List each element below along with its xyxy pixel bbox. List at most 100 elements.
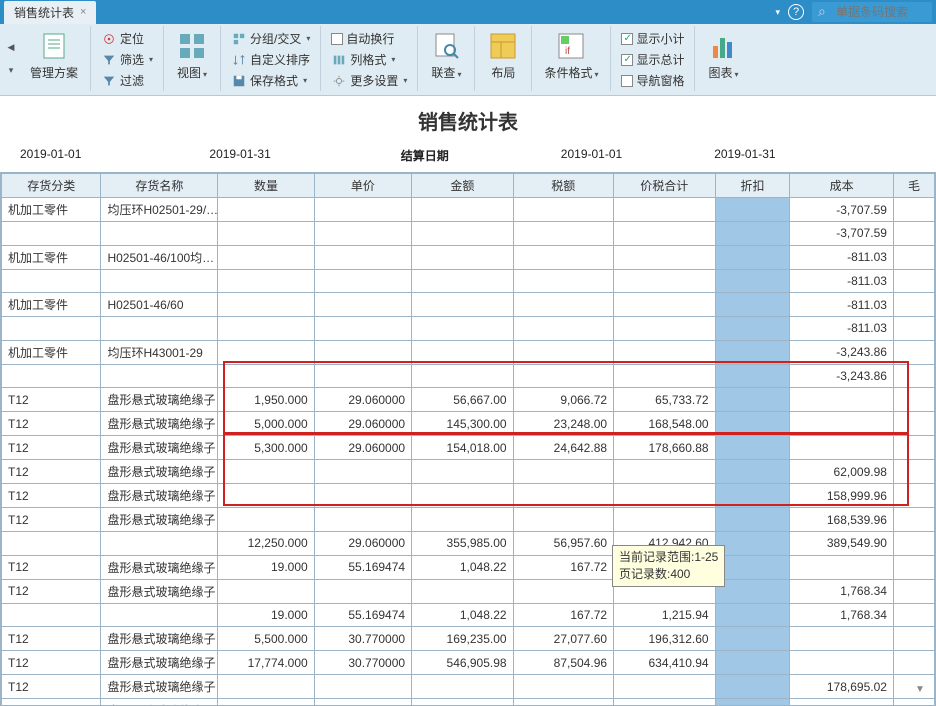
cell[interactable]: -3,707.59 — [790, 222, 894, 246]
locate-button[interactable]: 定位 — [97, 28, 157, 49]
cell[interactable]: 盘形悬式玻璃绝缘子 — [101, 508, 218, 532]
cell[interactable] — [513, 222, 613, 246]
cell[interactable] — [314, 269, 411, 293]
ribbon-prev-icon[interactable]: ◀ — [8, 42, 15, 53]
cell[interactable]: T12 — [2, 460, 101, 484]
cell[interactable]: 19.000 — [218, 555, 314, 579]
cell[interactable] — [715, 484, 790, 508]
cell[interactable]: 均压环H02501-29/… — [101, 198, 218, 222]
custom-sort-button[interactable]: 自定义排序 — [227, 49, 314, 70]
cell[interactable]: 5,000.000 — [218, 412, 314, 436]
col-header[interactable]: 折扣 — [715, 174, 790, 198]
cell[interactable]: 168,539.96 — [790, 508, 894, 532]
cell[interactable] — [893, 555, 934, 579]
cell[interactable] — [893, 699, 934, 706]
cell[interactable]: 168,548.00 — [614, 412, 716, 436]
cell[interactable]: -811.03 — [790, 293, 894, 317]
cell[interactable]: T12 — [2, 436, 101, 460]
cell[interactable]: H02501-46/100均… — [101, 245, 218, 269]
cell[interactable] — [513, 317, 613, 341]
table-row[interactable]: -3,707.59 — [2, 222, 935, 246]
cell[interactable] — [893, 603, 934, 627]
cell[interactable]: 55.169474 — [314, 603, 411, 627]
nav-pane-check[interactable]: 导航窗格 — [617, 70, 688, 91]
cell[interactable]: 机加工零件 — [2, 293, 101, 317]
cell[interactable] — [314, 460, 411, 484]
cell[interactable] — [715, 627, 790, 651]
cell[interactable] — [218, 293, 314, 317]
cell[interactable] — [614, 699, 716, 706]
cell[interactable] — [715, 651, 790, 675]
cell[interactable] — [101, 317, 218, 341]
cell[interactable]: 546,905.98 — [412, 651, 514, 675]
cell[interactable]: 87,504.96 — [513, 651, 613, 675]
cell[interactable]: T12 — [2, 508, 101, 532]
cell[interactable] — [218, 460, 314, 484]
cell[interactable] — [715, 412, 790, 436]
table-row[interactable]: T12盘形悬式玻璃绝缘子577,477.35 — [2, 699, 935, 706]
cell[interactable]: 29.060000 — [314, 532, 411, 556]
table-row[interactable]: T12盘形悬式玻璃绝缘子17,774.00030.770000546,905.9… — [2, 651, 935, 675]
cell[interactable] — [715, 532, 790, 556]
cell[interactable] — [715, 460, 790, 484]
cell[interactable]: 27,077.60 — [513, 627, 613, 651]
cell[interactable]: 62,009.98 — [790, 460, 894, 484]
cell[interactable] — [614, 508, 716, 532]
cell[interactable] — [314, 579, 411, 603]
col-header[interactable]: 存货名称 — [101, 174, 218, 198]
table-row[interactable]: T12盘形悬式玻璃绝缘子62,009.98 — [2, 460, 935, 484]
ribbon-expand-icon[interactable]: ▾ — [9, 65, 14, 76]
cell[interactable] — [218, 484, 314, 508]
cell[interactable] — [412, 484, 514, 508]
cell[interactable]: 1,768.34 — [790, 603, 894, 627]
cell[interactable] — [790, 627, 894, 651]
cell[interactable] — [893, 412, 934, 436]
scroll-down-indicator[interactable] — [915, 643, 925, 695]
cell[interactable] — [218, 269, 314, 293]
cell[interactable]: T12 — [2, 699, 101, 706]
cell[interactable] — [314, 198, 411, 222]
cell[interactable] — [314, 675, 411, 699]
cell[interactable]: 158,999.96 — [790, 484, 894, 508]
cell[interactable] — [893, 388, 934, 412]
cell[interactable] — [513, 364, 613, 388]
cell[interactable] — [893, 269, 934, 293]
cell[interactable]: T12 — [2, 627, 101, 651]
cell[interactable] — [893, 340, 934, 364]
cell[interactable]: -811.03 — [790, 245, 894, 269]
cell[interactable]: 1,768.34 — [790, 579, 894, 603]
manage-scheme-button[interactable]: 管理方案 — [24, 28, 84, 83]
cell[interactable]: T12 — [2, 675, 101, 699]
link-button[interactable]: 联查▾ — [424, 28, 468, 83]
cell[interactable] — [715, 317, 790, 341]
table-row[interactable]: T12盘形悬式玻璃绝缘子19.00055.1694741,048.22167.7… — [2, 555, 935, 579]
close-icon[interactable]: × — [80, 6, 86, 18]
cell[interactable]: 9,066.72 — [513, 388, 613, 412]
filter2-button[interactable]: 过滤 — [97, 70, 157, 91]
cell[interactable] — [412, 198, 514, 222]
cell[interactable]: 机加工零件 — [2, 340, 101, 364]
cell[interactable] — [893, 364, 934, 388]
cell[interactable] — [412, 508, 514, 532]
search-input[interactable] — [812, 2, 932, 22]
cell[interactable] — [513, 579, 613, 603]
cell[interactable] — [614, 293, 716, 317]
table-row[interactable]: 机加工零件均压环H02501-29/…-3,707.59 — [2, 198, 935, 222]
col-header[interactable]: 成本 — [790, 174, 894, 198]
cell[interactable] — [790, 651, 894, 675]
cell[interactable]: 盘形悬式玻璃绝缘子 — [101, 555, 218, 579]
cell[interactable] — [614, 269, 716, 293]
cell[interactable] — [513, 460, 613, 484]
cell[interactable]: 154,018.00 — [412, 436, 514, 460]
cell[interactable] — [790, 412, 894, 436]
col-header[interactable]: 毛 — [893, 174, 934, 198]
cell[interactable] — [893, 222, 934, 246]
table-row[interactable]: T12盘形悬式玻璃绝缘子5,000.00029.060000145,300.00… — [2, 412, 935, 436]
show-subtotal-check[interactable]: 显示小计 — [617, 28, 688, 49]
table-row[interactable]: T12盘形悬式玻璃绝缘子1,768.34 — [2, 579, 935, 603]
cell[interactable]: -3,243.86 — [790, 364, 894, 388]
cell[interactable] — [218, 340, 314, 364]
table-row[interactable]: 19.00055.1694741,048.22167.721,215.941,7… — [2, 603, 935, 627]
cell[interactable] — [101, 222, 218, 246]
cell[interactable] — [218, 579, 314, 603]
